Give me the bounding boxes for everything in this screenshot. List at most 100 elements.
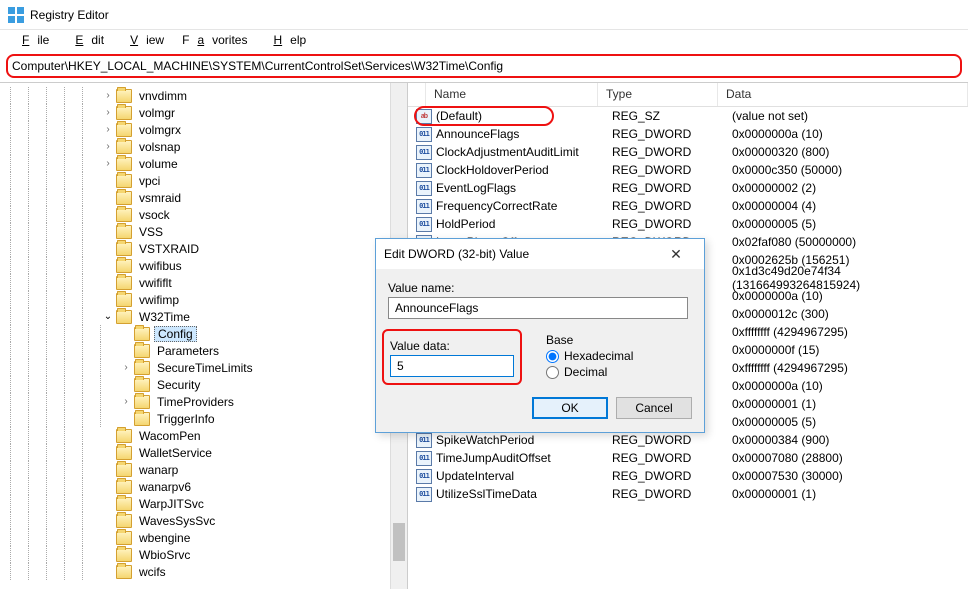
tree-item[interactable]: Config — [10, 325, 407, 342]
folder-icon — [116, 310, 132, 324]
tree-item[interactable]: TriggerInfo — [10, 410, 407, 427]
list-row[interactable]: TimeJumpAuditOffsetREG_DWORD0x00007080 (… — [408, 449, 968, 467]
tree-item[interactable]: Security — [10, 376, 407, 393]
tree-item[interactable]: ›volume — [10, 155, 407, 172]
value-name: AnnounceFlags — [436, 127, 519, 141]
list-row[interactable]: ClockHoldoverPeriodREG_DWORD0x0000c350 (… — [408, 161, 968, 179]
tree-item[interactable]: vwifibus — [10, 257, 407, 274]
menu-favorites[interactable]: Favorites — [174, 31, 255, 49]
tree-label: TimeProviders — [154, 395, 237, 409]
tree-item[interactable]: WbioSrvc — [10, 546, 407, 563]
value-name: HoldPeriod — [436, 217, 495, 231]
dword-value-icon — [416, 163, 432, 178]
tree-item[interactable]: vsmraid — [10, 189, 407, 206]
menu-edit[interactable]: Edit — [59, 31, 112, 49]
list-row[interactable]: EventLogFlagsREG_DWORD0x00000002 (2) — [408, 179, 968, 197]
tree-label: wbengine — [136, 531, 193, 545]
tree-twisty-icon[interactable]: › — [118, 396, 134, 407]
list-row[interactable]: SpikeWatchPeriodREG_DWORD0x00000384 (900… — [408, 431, 968, 449]
radio-hex-input[interactable] — [546, 350, 559, 363]
address-path: Computer\HKEY_LOCAL_MACHINE\SYSTEM\Curre… — [12, 59, 956, 73]
list-row[interactable]: UtilizeSslTimeDataREG_DWORD0x00000001 (1… — [408, 485, 968, 503]
tree-label: WacomPen — [136, 429, 204, 443]
list-row[interactable]: HoldPeriodREG_DWORD0x00000005 (5) — [408, 215, 968, 233]
tree-item[interactable]: vpci — [10, 172, 407, 189]
value-data: 0x00000004 (4) — [724, 199, 968, 213]
tree-twisty-icon[interactable]: › — [100, 158, 116, 169]
tree-item[interactable]: wanarpv6 — [10, 478, 407, 495]
tree-twisty-icon[interactable]: › — [100, 107, 116, 118]
value-data: (value not set) — [724, 109, 968, 123]
list-row[interactable]: UpdateIntervalREG_DWORD0x00007530 (30000… — [408, 467, 968, 485]
tree-label: vwifibus — [136, 259, 185, 273]
tree-item[interactable]: vwififlt — [10, 274, 407, 291]
folder-icon — [134, 395, 150, 409]
menu-file[interactable]: File — [6, 31, 57, 49]
base-group: Base Hexadecimal Decimal — [546, 329, 633, 385]
ok-button[interactable]: OK — [532, 397, 608, 419]
radio-hex[interactable]: Hexadecimal — [546, 349, 633, 363]
tree-item[interactable]: WarpJITSvc — [10, 495, 407, 512]
list-row[interactable]: FrequencyCorrectRateREG_DWORD0x00000004 … — [408, 197, 968, 215]
list-row[interactable]: (Default)REG_SZ(value not set) — [408, 107, 968, 125]
menu-view[interactable]: View — [114, 31, 172, 49]
tree-item[interactable]: vsock — [10, 206, 407, 223]
tree-item[interactable]: Parameters — [10, 342, 407, 359]
folder-icon — [116, 191, 132, 205]
cancel-button[interactable]: Cancel — [616, 397, 692, 419]
radio-dec-input[interactable] — [546, 366, 559, 379]
folder-icon — [116, 446, 132, 460]
value-type: REG_DWORD — [604, 181, 724, 195]
regedit-icon — [8, 7, 24, 23]
value-name: UpdateInterval — [436, 469, 514, 483]
tree-item[interactable]: ⌄W32Time — [10, 308, 407, 325]
dword-value-icon — [416, 127, 432, 142]
col-name[interactable]: Name — [426, 83, 598, 106]
tree-label: VSTXRAID — [136, 242, 202, 256]
list-row[interactable]: ClockAdjustmentAuditLimitREG_DWORD0x0000… — [408, 143, 968, 161]
tree-item[interactable]: wanarp — [10, 461, 407, 478]
tree-item[interactable]: VSTXRAID — [10, 240, 407, 257]
tree-item[interactable]: ›volsnap — [10, 138, 407, 155]
list-row[interactable]: AnnounceFlagsREG_DWORD0x0000000a (10) — [408, 125, 968, 143]
address-bar[interactable]: Computer\HKEY_LOCAL_MACHINE\SYSTEM\Curre… — [6, 54, 962, 78]
value-type: REG_DWORD — [604, 433, 724, 447]
value-name-field[interactable] — [388, 297, 688, 319]
tree-twisty-icon[interactable]: › — [100, 141, 116, 152]
tree-twisty-icon[interactable]: › — [100, 124, 116, 135]
tree-label: TriggerInfo — [154, 412, 218, 426]
tree-label: vpci — [136, 174, 163, 188]
tree-item[interactable]: ›volmgr — [10, 104, 407, 121]
dword-value-icon — [416, 145, 432, 160]
tree-twisty-icon[interactable]: ⌄ — [100, 311, 116, 322]
col-icon[interactable] — [408, 83, 426, 106]
close-icon[interactable]: ✕ — [656, 246, 696, 263]
radio-dec[interactable]: Decimal — [546, 365, 633, 379]
tree-scroll-thumb[interactable] — [393, 523, 405, 561]
dialog-titlebar[interactable]: Edit DWORD (32-bit) Value ✕ — [376, 239, 704, 269]
tree-item[interactable]: ›vnvdimm — [10, 87, 407, 104]
tree-item[interactable]: WacomPen — [10, 427, 407, 444]
titlebar: Registry Editor — [0, 0, 968, 30]
tree-item[interactable]: VSS — [10, 223, 407, 240]
tree-item[interactable]: ›volmgrx — [10, 121, 407, 138]
value-data-field[interactable] — [390, 355, 514, 377]
folder-icon — [116, 548, 132, 562]
folder-icon — [116, 225, 132, 239]
tree[interactable]: ›vnvdimm›volmgr›volmgrx›volsnap›volume vp… — [0, 83, 407, 580]
tree-item[interactable]: vwifimp — [10, 291, 407, 308]
col-data[interactable]: Data — [718, 83, 968, 106]
tree-item[interactable]: › TimeProviders — [10, 393, 407, 410]
tree-item[interactable]: WavesSysSvc — [10, 512, 407, 529]
menu-help[interactable]: Help — [257, 31, 314, 49]
tree-item[interactable]: WalletService — [10, 444, 407, 461]
value-type: REG_DWORD — [604, 145, 724, 159]
tree-twisty-icon[interactable]: › — [100, 90, 116, 101]
tree-item[interactable]: ›SecureTimeLimits — [10, 359, 407, 376]
tree-item[interactable]: wcifs — [10, 563, 407, 580]
tree-twisty-icon[interactable]: › — [118, 362, 134, 373]
col-type[interactable]: Type — [598, 83, 718, 106]
value-name: ClockHoldoverPeriod — [436, 163, 549, 177]
folder-icon — [116, 565, 132, 579]
tree-item[interactable]: wbengine — [10, 529, 407, 546]
